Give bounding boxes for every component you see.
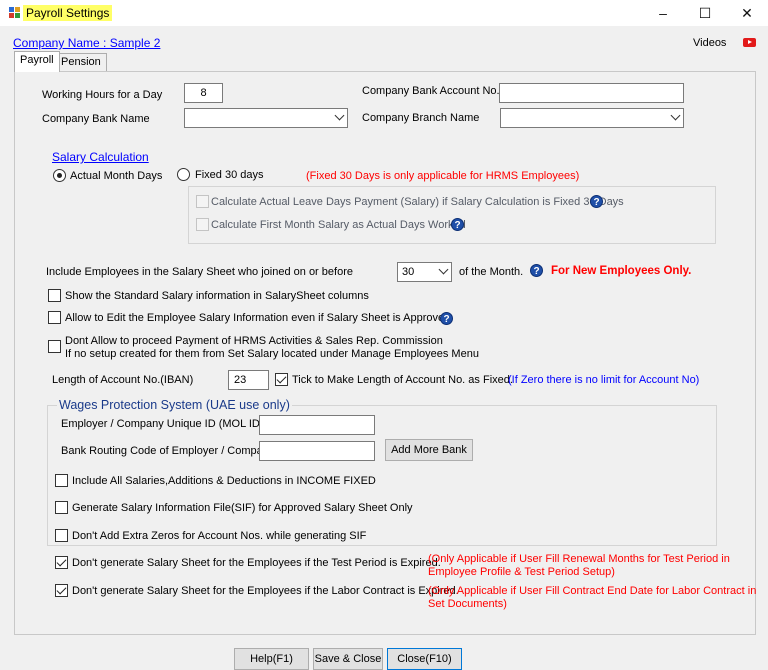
routing-code-label: Bank Routing Code of Employer / Company [61, 445, 275, 457]
labor-note-line2: Set Documents) [428, 598, 507, 610]
fixed-30-days-radio[interactable] [177, 168, 190, 181]
generate-sif-label: Generate Salary Information File(SIF) fo… [72, 502, 413, 514]
allow-edit-label: Allow to Edit the Employee Salary Inform… [65, 312, 451, 324]
salary-calculation-heading: Salary Calculation [52, 150, 149, 164]
add-more-bank-button[interactable]: Add More Bank [385, 439, 473, 461]
close-window-button[interactable]: ✕ [727, 0, 767, 26]
join-day-value: 30 [402, 266, 415, 278]
title-bar: Payroll Settings – ☐ ✕ [0, 0, 768, 26]
employer-id-input[interactable] [259, 415, 375, 435]
labor-contract-label: Don't generate Salary Sheet for the Empl… [72, 585, 459, 597]
first-month-label: Calculate First Month Salary as Actual D… [211, 219, 466, 231]
labor-note-line1: (Only Applicable if User Fill Contract E… [428, 585, 757, 597]
help-button[interactable]: Help(F1) [234, 648, 309, 670]
working-hours-input[interactable]: 8 [184, 83, 223, 103]
bank-name-label: Company Bank Name [42, 113, 150, 125]
minimize-button[interactable]: – [643, 0, 683, 26]
first-month-checkbox[interactable] [196, 218, 209, 231]
allow-edit-checkbox[interactable] [48, 311, 61, 324]
window-title: Payroll Settings [23, 5, 113, 21]
show-standard-checkbox[interactable] [48, 289, 61, 302]
new-employees-note: For New Employees Only. [551, 265, 692, 277]
dont-allow-line2: If no setup created for them from Set Sa… [65, 348, 479, 360]
of-month-label: of the Month. [459, 266, 524, 278]
actual-month-days-radio[interactable] [53, 169, 66, 182]
fixed-30-days-label[interactable]: Fixed 30 days [195, 169, 263, 181]
app-icon [9, 7, 21, 19]
close-button[interactable]: Close(F10) [387, 648, 462, 670]
generate-sif-checkbox[interactable] [55, 501, 68, 514]
branch-name-label: Company Branch Name [362, 112, 480, 124]
test-period-note-line1: (Only Applicable if User Fill Renewal Mo… [428, 553, 730, 565]
dont-allow-payment-checkbox[interactable] [48, 340, 61, 353]
include-all-salaries-checkbox[interactable] [55, 474, 68, 487]
save-close-button[interactable]: Save & Close [313, 648, 383, 670]
iban-note: (If Zero there is no limit for Account N… [508, 374, 700, 386]
actual-month-days-label[interactable]: Actual Month Days [70, 170, 162, 182]
no-extra-zeros-label: Don't Add Extra Zeros for Account Nos. w… [72, 530, 367, 542]
test-period-checkbox[interactable] [55, 556, 68, 569]
fixed-days-note: (Fixed 30 Days is only applicable for HR… [306, 170, 580, 182]
help-icon[interactable]: ? [440, 312, 453, 325]
test-period-label: Don't generate Salary Sheet for the Empl… [72, 557, 441, 569]
maximize-button[interactable]: ☐ [685, 0, 725, 26]
routing-code-input[interactable] [259, 441, 375, 461]
include-all-salaries-label: Include All Salaries,Additions & Deducti… [72, 475, 376, 487]
chevron-down-icon [438, 264, 449, 275]
working-hours-label: Working Hours for a Day [42, 89, 163, 101]
iban-length-input[interactable]: 23 [228, 370, 269, 390]
chevron-down-icon [670, 110, 681, 121]
fixed-days-options-group [188, 186, 716, 244]
iban-length-label: Length of Account No.(IBAN) [52, 374, 194, 386]
company-name-link[interactable]: Company Name : Sample 2 [13, 36, 160, 50]
youtube-icon[interactable] [743, 38, 756, 47]
join-day-select[interactable]: 30 [397, 262, 452, 282]
chevron-down-icon [334, 110, 345, 121]
bank-account-input[interactable] [499, 83, 684, 103]
branch-name-select[interactable] [500, 108, 684, 128]
iban-fixed-checkbox[interactable] [275, 373, 288, 386]
videos-label[interactable]: Videos [693, 37, 726, 49]
wps-title: Wages Protection System (UAE use only) [57, 398, 292, 412]
help-icon[interactable]: ? [590, 195, 603, 208]
help-icon[interactable]: ? [530, 264, 543, 277]
include-employees-label: Include Employees in the Salary Sheet wh… [46, 266, 353, 278]
show-standard-label: Show the Standard Salary information in … [65, 290, 369, 302]
employer-id-label: Employer / Company Unique ID (MOL ID) [61, 418, 264, 430]
labor-contract-checkbox[interactable] [55, 584, 68, 597]
tab-pension[interactable]: Pension [55, 53, 107, 71]
help-icon[interactable]: ? [451, 218, 464, 231]
leave-days-label: Calculate Actual Leave Days Payment (Sal… [211, 196, 624, 208]
no-extra-zeros-checkbox[interactable] [55, 529, 68, 542]
leave-days-checkbox[interactable] [196, 195, 209, 208]
iban-fixed-label: Tick to Make Length of Account No. as Fi… [292, 374, 513, 386]
test-period-note-line2: Employee Profile & Test Period Setup) [428, 566, 615, 578]
tab-payroll[interactable]: Payroll [14, 51, 60, 72]
bank-name-select[interactable] [184, 108, 348, 128]
bank-account-label: Company Bank Account No. [362, 85, 500, 97]
dont-allow-line1: Dont Allow to proceed Payment of HRMS Ac… [65, 335, 443, 347]
